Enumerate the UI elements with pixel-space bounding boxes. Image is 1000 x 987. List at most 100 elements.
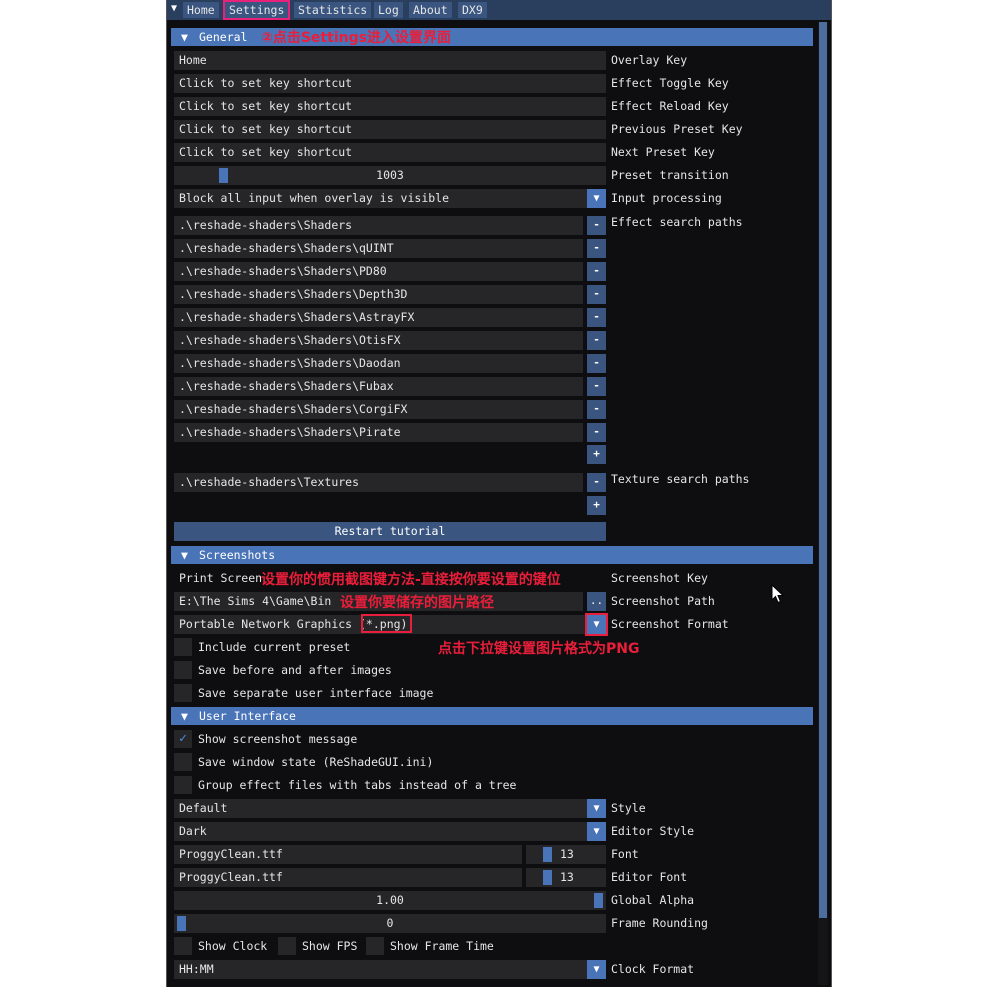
- font-size-slider[interactable]: 13: [526, 845, 606, 864]
- slider-grab[interactable]: [543, 870, 552, 885]
- browse-path-button[interactable]: ..: [587, 592, 606, 611]
- frame-rounding-label: Frame Rounding: [611, 916, 708, 930]
- tab-about[interactable]: About: [409, 2, 452, 18]
- save-before-after-checkbox[interactable]: [174, 661, 192, 679]
- effect-reload-key-input[interactable]: Click to set key shortcut: [174, 97, 606, 116]
- remove-effect-path-button[interactable]: -: [587, 308, 606, 327]
- dropdown-arrow-icon[interactable]: ▼: [587, 960, 606, 979]
- annotation-screenshot-key: 设置你的惯用截图键方法-直接按你要设置的键位: [261, 572, 561, 588]
- effect-path-input[interactable]: .\reshade-shaders\Shaders\Pirate: [174, 423, 583, 442]
- global-alpha-label: Global Alpha: [611, 893, 695, 907]
- preset-transition-slider[interactable]: 1003: [174, 166, 606, 185]
- next-preset-key-input[interactable]: Click to set key shortcut: [174, 143, 606, 162]
- check-icon: ✓: [179, 731, 187, 746]
- effect-path-input[interactable]: .\reshade-shaders\Shaders\Fubax: [174, 377, 583, 396]
- tab-log[interactable]: Log: [374, 2, 403, 18]
- collapse-arrow-icon: ▼: [181, 30, 188, 44]
- effect-path-input[interactable]: .\reshade-shaders\Shaders\Daodan: [174, 354, 583, 373]
- dropdown-arrow-icon[interactable]: ▼: [587, 822, 606, 841]
- texture-search-paths-label: Texture search paths: [611, 472, 750, 486]
- frame-rounding-slider[interactable]: 0: [174, 914, 606, 933]
- save-separate-ui-checkbox[interactable]: [174, 684, 192, 702]
- font-size-value: 13: [560, 847, 574, 861]
- slider-grab[interactable]: [219, 168, 228, 183]
- dropdown-arrow-icon[interactable]: ▼: [587, 189, 606, 208]
- global-alpha-value: 1.00: [376, 893, 404, 907]
- editor-font-size-slider[interactable]: 13: [526, 868, 606, 887]
- add-effect-path-button[interactable]: +: [587, 445, 606, 464]
- remove-texture-path-button[interactable]: -: [587, 473, 606, 492]
- style-select[interactable]: Default: [174, 799, 587, 818]
- save-window-state-checkbox[interactable]: [174, 753, 192, 771]
- restart-tutorial-button[interactable]: Restart tutorial: [174, 522, 606, 541]
- show-frame-time-checkbox[interactable]: [366, 937, 384, 955]
- tab-statistics[interactable]: Statistics: [294, 2, 372, 18]
- preset-transition-value: 1003: [376, 168, 404, 182]
- editor-style-select[interactable]: Dark: [174, 822, 587, 841]
- show-frame-time-label: Show Frame Time: [390, 939, 494, 953]
- font-label: Font: [611, 847, 639, 861]
- effect-path-input[interactable]: .\reshade-shaders\Shaders\PD80: [174, 262, 583, 281]
- remove-effect-path-button[interactable]: -: [587, 285, 606, 304]
- screenshot-format-label: Screenshot Format: [611, 617, 729, 631]
- remove-effect-path-button[interactable]: -: [587, 423, 606, 442]
- section-screenshots-title: Screenshots: [199, 548, 276, 562]
- texture-path-input[interactable]: .\reshade-shaders\Textures: [174, 473, 583, 492]
- remove-effect-path-button[interactable]: -: [587, 239, 606, 258]
- effect-path-input[interactable]: .\reshade-shaders\Shaders\CorgiFX: [174, 400, 583, 419]
- include-preset-label: Include current preset: [198, 640, 351, 654]
- show-clock-checkbox[interactable]: [174, 937, 192, 955]
- tab-settings[interactable]: Settings: [222, 0, 291, 20]
- show-fps-checkbox[interactable]: [278, 937, 296, 955]
- previous-preset-key-input[interactable]: Click to set key shortcut: [174, 120, 606, 139]
- save-window-state-label: Save window state (ReShadeGUI.ini): [198, 755, 434, 769]
- section-user-interface-title: User Interface: [199, 709, 296, 723]
- group-effect-files-checkbox[interactable]: [174, 776, 192, 794]
- effect-toggle-key-input[interactable]: Click to set key shortcut: [174, 74, 606, 93]
- section-user-interface-header[interactable]: ▼ User Interface: [171, 707, 813, 725]
- remove-effect-path-button[interactable]: -: [587, 331, 606, 350]
- effect-path-input[interactable]: .\reshade-shaders\Shaders\AstrayFX: [174, 308, 583, 327]
- overlay-key-input[interactable]: Home: [174, 51, 606, 70]
- remove-effect-path-button[interactable]: -: [587, 377, 606, 396]
- editor-font-size-value: 13: [560, 870, 574, 884]
- effect-path-input[interactable]: .\reshade-shaders\Shaders\Depth3D: [174, 285, 583, 304]
- remove-effect-path-button[interactable]: -: [587, 262, 606, 281]
- effect-path-input[interactable]: .\reshade-shaders\Shaders: [174, 216, 583, 235]
- dropdown-arrow-icon[interactable]: ▼: [585, 613, 608, 636]
- input-processing-select[interactable]: Block all input when overlay is visible: [174, 189, 587, 208]
- effect-path-input[interactable]: .\reshade-shaders\Shaders\qUINT: [174, 239, 583, 258]
- show-screenshot-message-checkbox[interactable]: ✓: [174, 730, 192, 748]
- effect-path-input[interactable]: .\reshade-shaders\Shaders\OtisFX: [174, 331, 583, 350]
- editor-font-input[interactable]: ProggyClean.ttf: [174, 868, 522, 887]
- scrollbar[interactable]: [818, 22, 828, 985]
- tab-home[interactable]: Home: [183, 2, 219, 18]
- tab-dx9[interactable]: DX9: [458, 2, 487, 18]
- slider-grab[interactable]: [543, 847, 552, 862]
- overlay-key-label: Overlay Key: [611, 53, 688, 67]
- slider-grab[interactable]: [177, 916, 186, 931]
- remove-effect-path-button[interactable]: -: [587, 400, 606, 419]
- save-before-after-label: Save before and after images: [198, 663, 392, 677]
- screenshot-key-label: Screenshot Key: [611, 571, 708, 585]
- slider-grab[interactable]: [594, 893, 603, 908]
- add-texture-path-button[interactable]: +: [587, 496, 606, 515]
- annotation-screenshot-path: 设置你要储存的图片路径: [340, 595, 494, 611]
- effect-toggle-key-label: Effect Toggle Key: [611, 76, 729, 90]
- remove-effect-path-button[interactable]: -: [587, 354, 606, 373]
- include-preset-checkbox[interactable]: [174, 638, 192, 656]
- dropdown-arrow-icon[interactable]: ▼: [587, 799, 606, 818]
- editor-font-label: Editor Font: [611, 870, 688, 884]
- style-label: Style: [611, 801, 646, 815]
- clock-format-select[interactable]: HH:MM: [174, 960, 587, 979]
- preset-transition-label: Preset transition: [611, 168, 729, 182]
- menu-toggle-icon[interactable]: ▼: [171, 3, 177, 14]
- annotation-screenshot-format: 点击下拉键设置图片格式为PNG: [438, 641, 640, 657]
- remove-effect-path-button[interactable]: -: [587, 216, 606, 235]
- save-separate-ui-label: Save separate user interface image: [198, 686, 434, 700]
- global-alpha-slider[interactable]: 1.00: [174, 891, 606, 910]
- font-input[interactable]: ProggyClean.ttf: [174, 845, 522, 864]
- scrollbar-thumb[interactable]: [819, 22, 827, 918]
- section-screenshots-header[interactable]: ▼ Screenshots: [171, 546, 813, 564]
- show-screenshot-message-label: Show screenshot message: [198, 732, 358, 746]
